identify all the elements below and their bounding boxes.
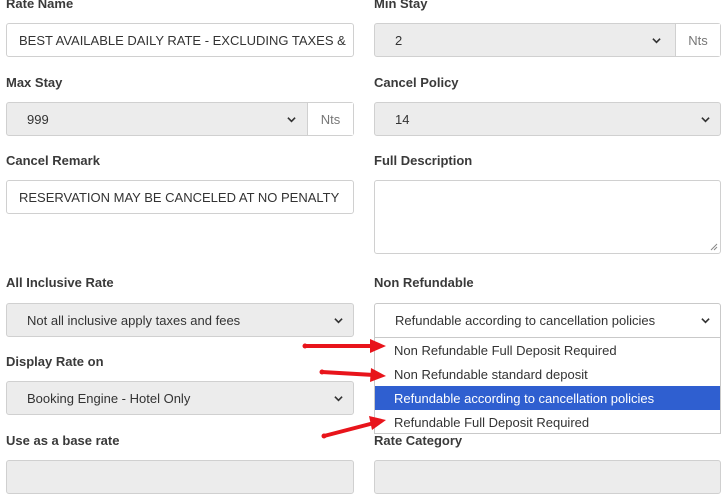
cancel-policy-label: Cancel Policy [374,75,459,90]
chevron-down-icon [652,37,661,43]
non-refundable-value: Refundable according to cancellation pol… [395,313,656,328]
cancel-remark-label: Cancel Remark [6,153,100,168]
dropdown-option-selected[interactable]: Refundable according to cancellation pol… [375,386,720,410]
use-as-base-rate-select[interactable] [6,460,354,494]
all-inclusive-rate-select[interactable]: Not all inclusive apply taxes and fees [6,303,354,337]
dropdown-option[interactable]: Refundable Full Deposit Required [375,410,720,434]
display-rate-on-label: Display Rate on [6,354,104,369]
max-stay-label: Max Stay [6,75,63,90]
cancel-policy-select[interactable]: 14 [374,102,721,136]
non-refundable-label: Non Refundable [374,275,474,290]
min-stay-value: 2 [395,32,403,48]
chevron-down-icon [334,317,343,323]
rate-name-input[interactable]: BEST AVAILABLE DAILY RATE - EXCLUDING TA… [6,23,354,57]
rate-category-label: Rate Category [374,433,463,448]
full-description-textarea[interactable] [374,180,721,254]
resize-handle-icon[interactable] [710,243,718,251]
display-rate-on-select[interactable]: Booking Engine - Hotel Only [6,381,354,415]
rate-category-select[interactable] [374,460,721,494]
cancel-remark-value: RESERVATION MAY BE CANCELED AT NO PENALT… [19,189,340,205]
non-refundable-dropdown-list: Non Refundable Full Deposit Required Non… [374,338,721,434]
min-stay-select[interactable]: 2 Nts [374,23,721,57]
display-rate-on-value: Booking Engine - Hotel Only [27,390,191,406]
max-stay-unit: Nts [307,103,353,135]
min-stay-label: Min Stay [374,0,428,11]
use-as-base-rate-label: Use as a base rate [6,433,120,448]
chevron-down-icon [287,116,296,122]
dropdown-option[interactable]: Non Refundable Full Deposit Required [375,338,720,362]
cancel-remark-input[interactable]: RESERVATION MAY BE CANCELED AT NO PENALT… [6,180,354,214]
all-inclusive-rate-value: Not all inclusive apply taxes and fees [27,312,241,328]
chevron-down-icon [701,116,710,122]
non-refundable-select[interactable]: Refundable according to cancellation pol… [374,303,721,338]
rate-name-value: BEST AVAILABLE DAILY RATE - EXCLUDING TA… [19,32,346,48]
chevron-down-icon [701,318,710,324]
full-description-label: Full Description [374,153,473,168]
rate-name-label: Rate Name [6,0,74,11]
max-stay-value: 999 [27,111,49,127]
chevron-down-icon [334,395,343,401]
cancel-policy-value: 14 [395,111,410,127]
dropdown-option[interactable]: Non Refundable standard deposit [375,362,720,386]
min-stay-unit: Nts [675,24,720,56]
max-stay-select[interactable]: 999 Nts [6,102,354,136]
all-inclusive-rate-label: All Inclusive Rate [6,275,114,290]
